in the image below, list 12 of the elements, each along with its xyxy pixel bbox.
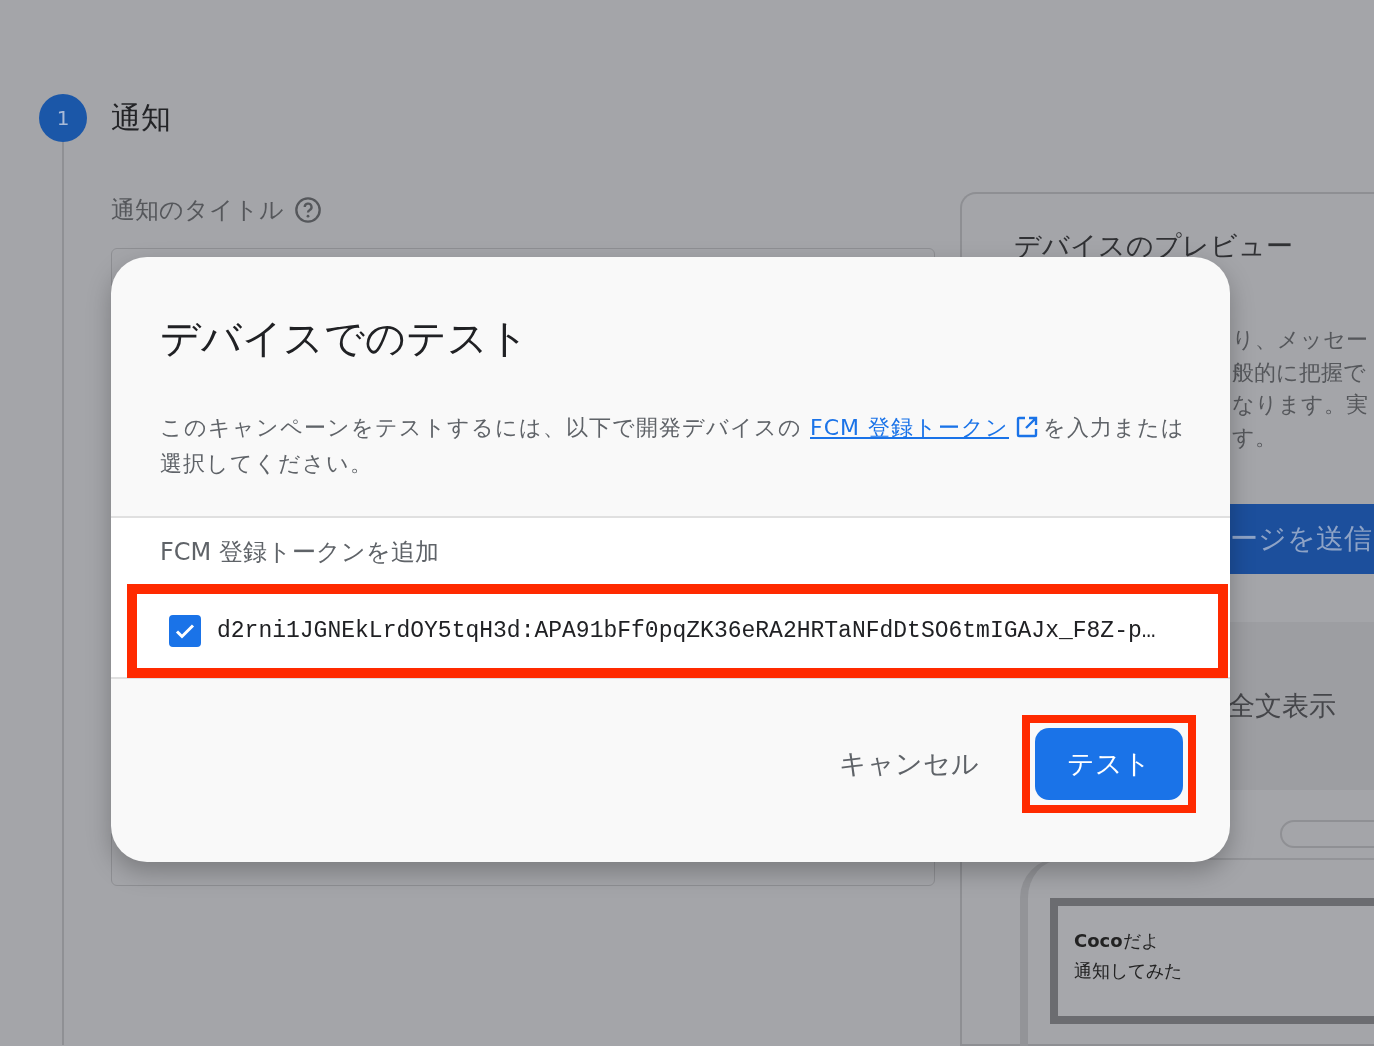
add-token-label: FCM 登録トークンを追加 xyxy=(160,537,440,568)
notification-title: Cocoだよ xyxy=(1074,929,1160,953)
step-number: 1 xyxy=(39,94,87,142)
preview-title: デバイスのプレビュー xyxy=(1014,229,1294,263)
preview-description: り、メッセー 般的に把握で なります。実 す。 xyxy=(1232,326,1369,452)
token-text: d2rni1JGNEkLrdOY5tqH3d:APA91bFf0pqZK36eRA2HRTaNFdDtSO6tmIGAJx_F8Z-p… xyxy=(217,618,1156,644)
dialog-description: このキャンペーンをテストするには、以下で開発デバイスの FCM 登録トークン を入力または選択してください。 xyxy=(160,414,1186,478)
dialog-title: デバイスでのテスト xyxy=(160,314,530,363)
full-text-label: 全文表示 xyxy=(1228,689,1337,723)
notification-body: 通知してみた xyxy=(1074,959,1183,983)
step-title: 通知 xyxy=(111,98,171,137)
field-label: 通知のタイトル xyxy=(111,195,284,226)
